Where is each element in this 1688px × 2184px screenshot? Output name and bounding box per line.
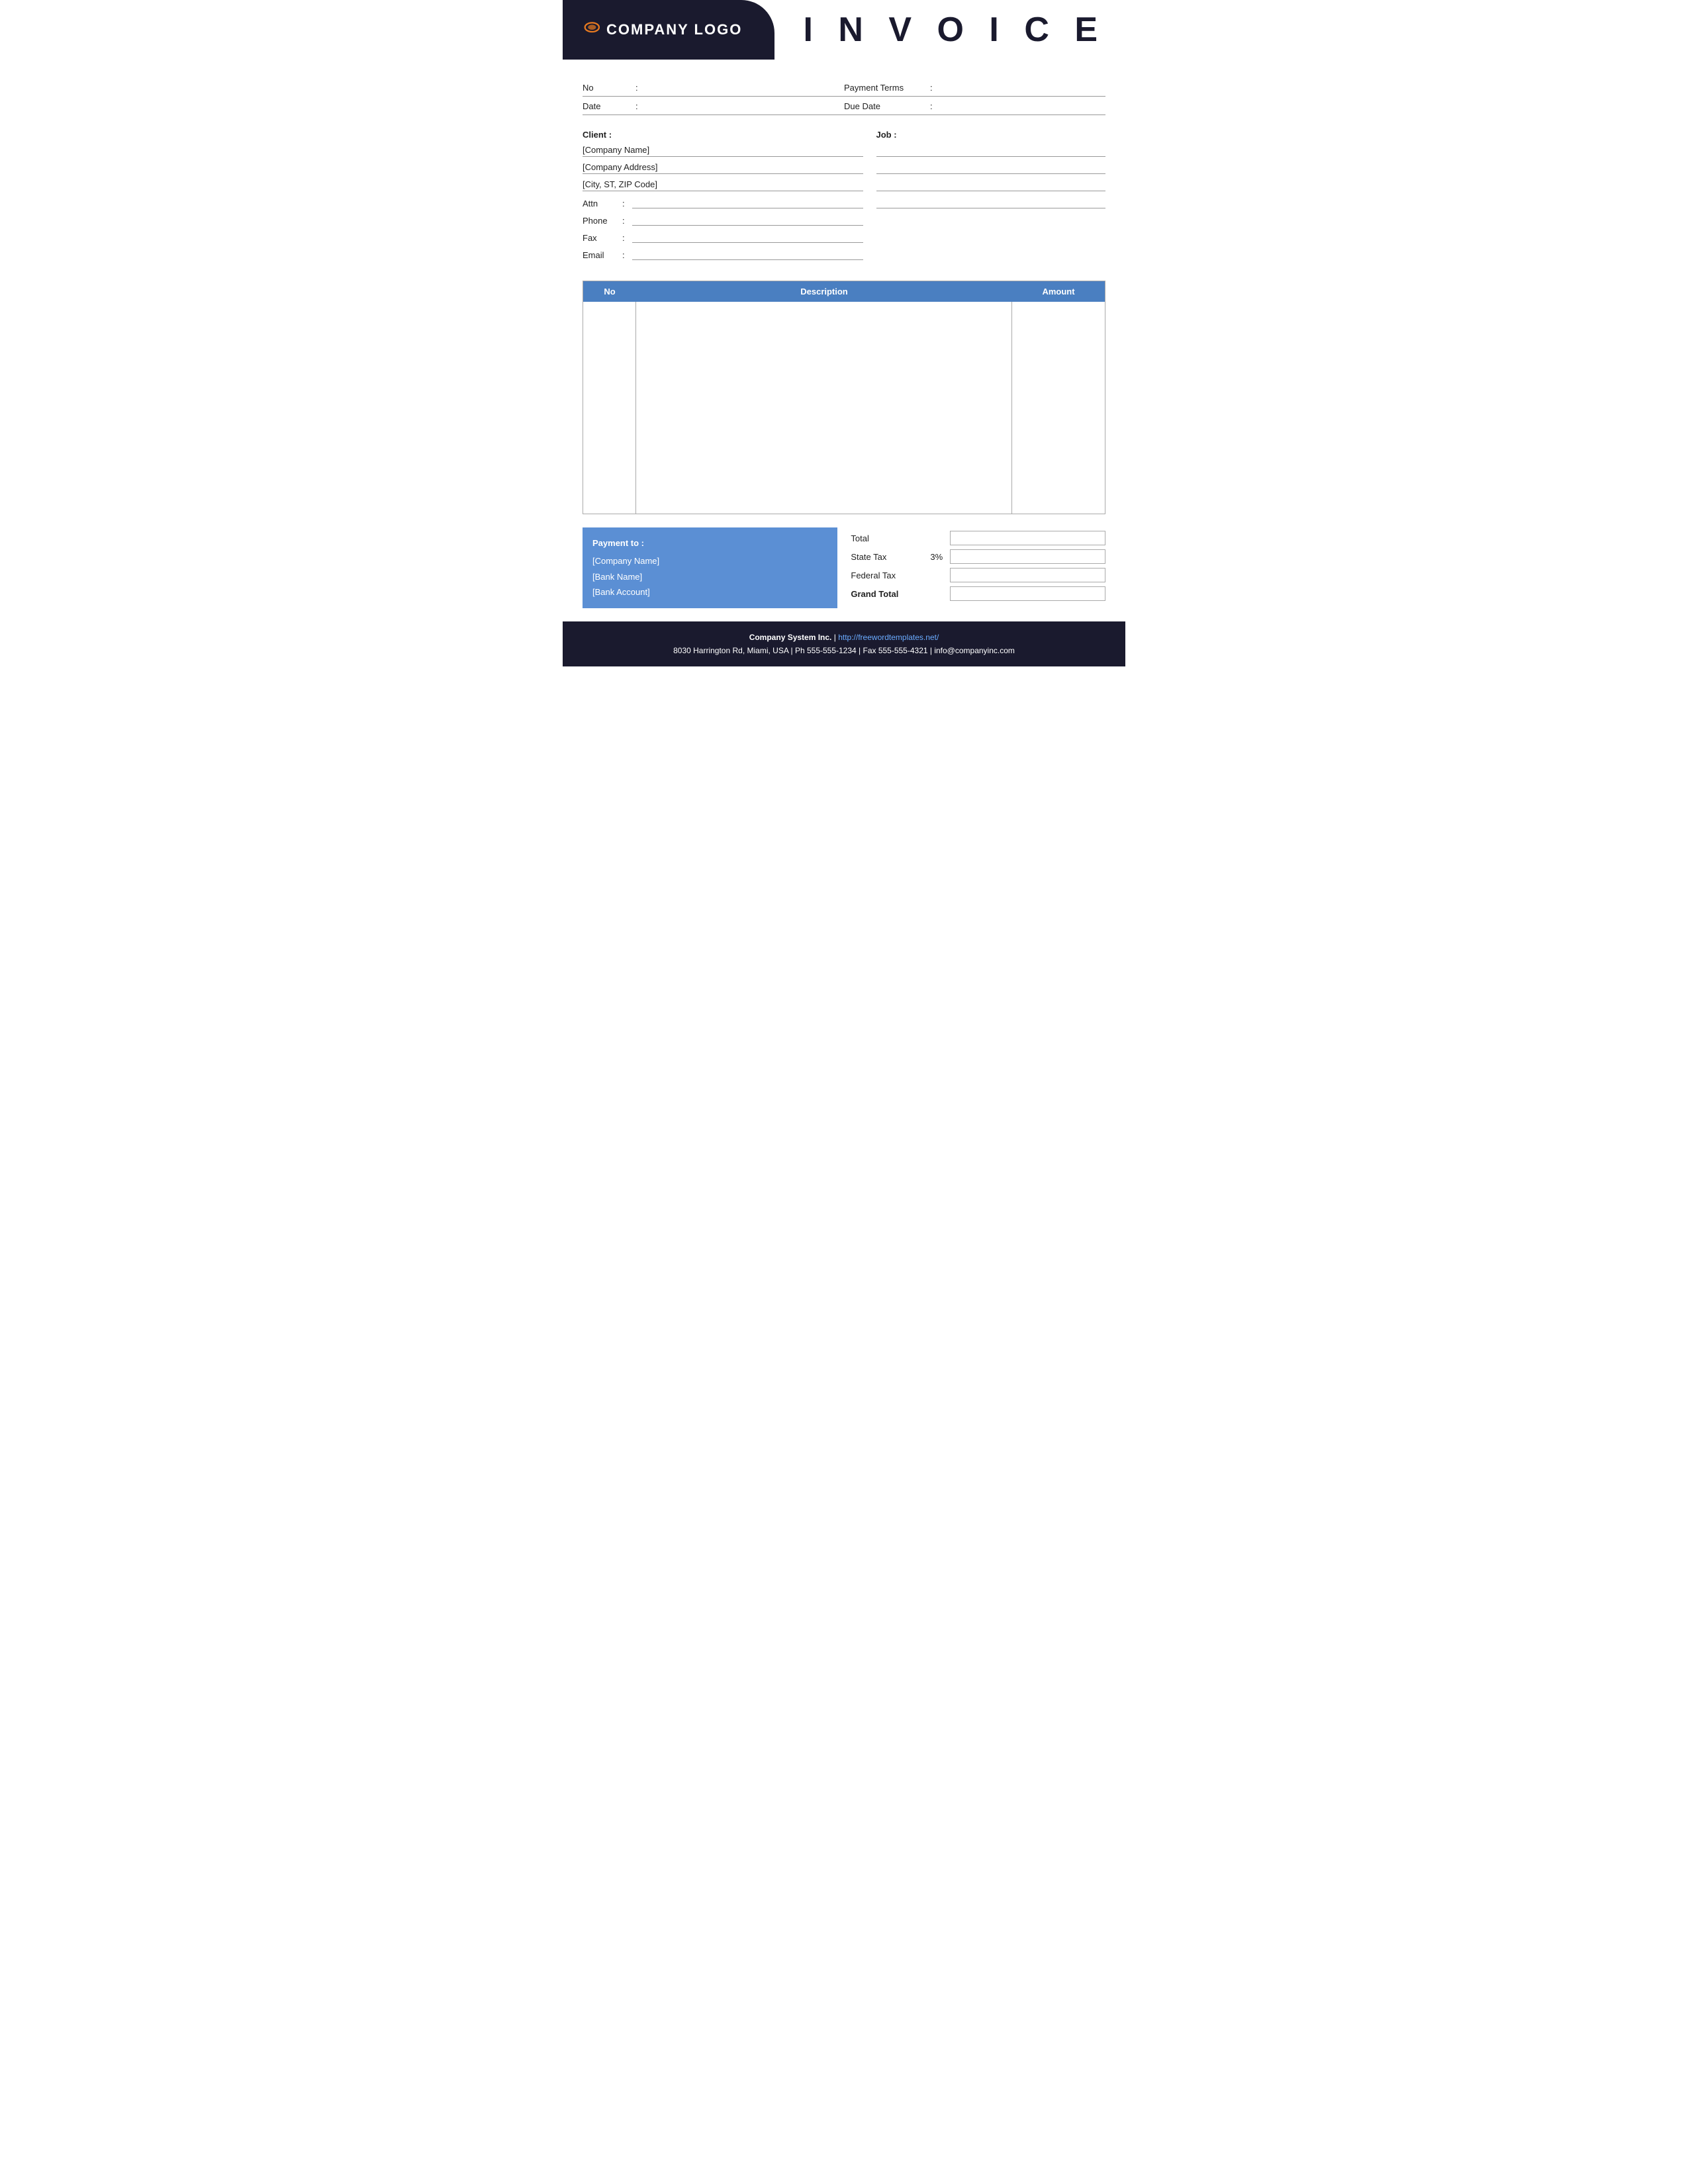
fax-colon: :: [622, 233, 632, 243]
payment-terms-colon: :: [930, 83, 940, 93]
phone-label: Phone: [583, 216, 622, 226]
email-colon: :: [622, 250, 632, 260]
state-tax-label: State Tax: [851, 552, 930, 562]
attn-row: Attn :: [583, 195, 863, 208]
job-line-1: [876, 144, 1106, 157]
col-amount-header: Amount: [1012, 287, 1105, 296]
payment-terms-value: [940, 83, 1105, 93]
footer-line-1: Company System Inc. | http://freewordtem…: [576, 631, 1112, 644]
client-company-name: [Company Name]: [583, 144, 863, 157]
job-line-3: [876, 178, 1106, 191]
date-field-row: Date :: [583, 98, 844, 116]
federal-tax-row: Federal Tax: [851, 568, 1105, 582]
federal-tax-label: Federal Tax: [851, 570, 930, 580]
table-header: No Description Amount: [583, 281, 1105, 302]
job-label: Job :: [876, 130, 897, 140]
invoice-title-section: I N V O I C E: [774, 0, 1125, 60]
attn-value: [632, 195, 863, 208]
client-company-address: [Company Address]: [583, 161, 863, 174]
invoice-title: I N V O I C E: [804, 10, 1106, 50]
col-desc-header: Description: [636, 287, 1012, 296]
no-field-row: No :: [583, 79, 844, 98]
client-info: Client : [Company Name] [Company Address…: [583, 130, 863, 264]
fax-value: [632, 230, 863, 243]
col-no-header: No: [583, 287, 636, 296]
footer-line-2: 8030 Harrington Rd, Miami, USA | Ph 555-…: [576, 644, 1112, 657]
grand-total-label: Grand Total: [851, 589, 930, 599]
date-colon: :: [635, 101, 645, 111]
no-value: [645, 83, 844, 93]
email-row: Email :: [583, 247, 863, 260]
attn-colon: :: [622, 199, 632, 208]
grand-total-field: [950, 586, 1105, 601]
info-row-1: No : Payment Terms :: [583, 79, 1105, 98]
fax-row: Fax :: [583, 230, 863, 243]
logo-text: COMPANY LOGO: [606, 21, 742, 38]
payment-bank-account: [Bank Account]: [592, 584, 827, 600]
total-field: [950, 531, 1105, 545]
attn-label: Attn: [583, 199, 622, 208]
company-logo: COMPANY LOGO: [576, 17, 742, 42]
federal-tax-field: [950, 568, 1105, 582]
date-value: [645, 101, 844, 111]
totals-section: Total State Tax 3% Federal Tax Grand Tot…: [851, 527, 1105, 608]
job-line-2: [876, 161, 1106, 174]
no-colon: :: [635, 83, 645, 93]
phone-value: [632, 212, 863, 226]
due-date-label: Due Date: [844, 101, 930, 111]
total-label: Total: [851, 533, 930, 543]
footer-company: Company System Inc.: [749, 633, 832, 642]
payment-terms-row: Payment Terms :: [844, 79, 1105, 98]
table-col-desc: [636, 302, 1012, 514]
bottom-section: Payment to : [Company Name] [Bank Name] …: [563, 527, 1125, 608]
phone-row: Phone :: [583, 212, 863, 226]
payment-title: Payment to :: [592, 535, 827, 551]
table-col-no: [583, 302, 636, 514]
payment-box: Payment to : [Company Name] [Bank Name] …: [583, 527, 837, 608]
total-row: Total: [851, 531, 1105, 545]
job-line-4: [876, 195, 1106, 208]
footer-website[interactable]: http://freewordtemplates.net/: [838, 633, 939, 642]
invoice-table: No Description Amount: [583, 281, 1105, 514]
email-label: Email: [583, 250, 622, 260]
client-label: Client :: [583, 130, 612, 140]
no-label: No: [583, 83, 635, 93]
state-tax-pct: 3%: [930, 552, 950, 562]
client-city: [City, ST, ZIP Code]: [583, 178, 863, 191]
job-info: Job :: [876, 130, 1106, 264]
payment-company-name: [Company Name]: [592, 553, 827, 569]
logo-section: COMPANY LOGO: [563, 0, 774, 60]
page-header: COMPANY LOGO I N V O I C E: [563, 0, 1125, 60]
fax-label: Fax: [583, 233, 622, 243]
footer: Company System Inc. | http://freewordtem…: [563, 621, 1125, 667]
table-body: [583, 302, 1105, 514]
state-tax-row: State Tax 3%: [851, 549, 1105, 564]
email-value: [632, 247, 863, 260]
due-date-colon: :: [930, 101, 940, 111]
phone-colon: :: [622, 216, 632, 226]
due-date-value: [940, 101, 1105, 111]
payment-terms-label: Payment Terms: [844, 83, 930, 93]
table-col-amount: [1012, 302, 1105, 514]
client-job-section: Client : [Company Name] [Company Address…: [563, 130, 1125, 264]
info-section: No : Payment Terms : Date : Due Date :: [563, 79, 1125, 116]
due-date-row: Due Date :: [844, 98, 1105, 116]
state-tax-field: [950, 549, 1105, 564]
date-label: Date: [583, 101, 635, 111]
logo-icon: [576, 17, 601, 42]
payment-bank-name: [Bank Name]: [592, 569, 827, 584]
info-row-2: Date : Due Date :: [583, 98, 1105, 116]
grand-total-row: Grand Total: [851, 586, 1105, 601]
